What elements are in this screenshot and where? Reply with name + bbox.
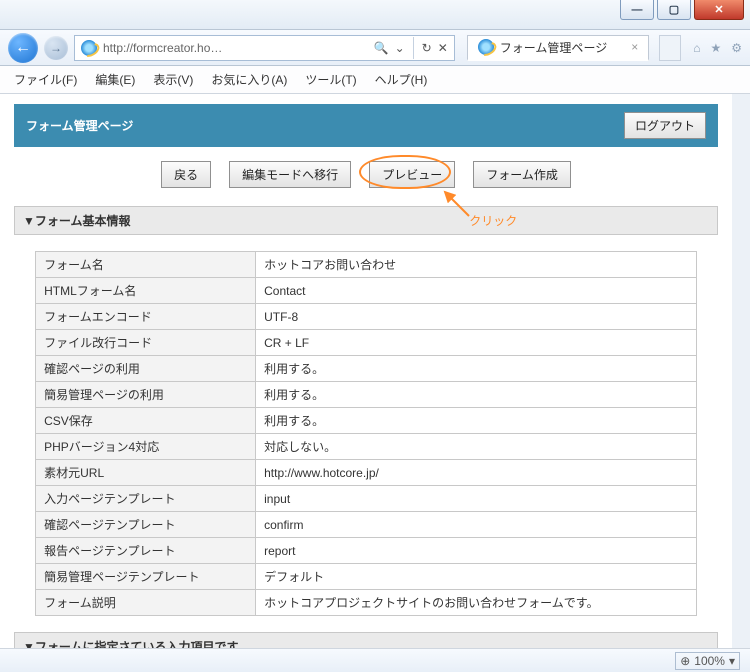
ie-icon	[81, 40, 97, 56]
info-key: 簡易管理ページテンプレート	[36, 564, 256, 590]
info-key: フォーム名	[36, 252, 256, 278]
action-button-row: 戻る 編集モードへ移行 プレビュー フォーム作成 クリック	[14, 147, 718, 198]
menu-edit[interactable]: 編集(E)	[95, 71, 135, 88]
menu-file[interactable]: ファイル(F)	[14, 71, 77, 88]
info-key: CSV保存	[36, 408, 256, 434]
info-key: HTMLフォーム名	[36, 278, 256, 304]
info-key: PHPバージョン4対応	[36, 434, 256, 460]
info-value: UTF-8	[256, 304, 697, 330]
zoom-expand-icon: ⊕	[680, 654, 690, 668]
menu-tools[interactable]: ツール(T)	[305, 71, 356, 88]
window-titlebar: — ▢ ✕	[0, 0, 750, 30]
menu-help[interactable]: ヘルプ(H)	[375, 71, 428, 88]
browser-status-bar: ⊕ 100% ▾	[0, 648, 750, 672]
maximize-button[interactable]: ▢	[657, 0, 691, 20]
address-bar[interactable]: http://formcreator.ho… 🔍 ⌄ ↻ ✕	[74, 35, 455, 61]
info-value: http://www.hotcore.jp/	[256, 460, 697, 486]
info-key: 簡易管理ページの利用	[36, 382, 256, 408]
section-basic-info: ▼フォーム基本情報	[14, 206, 718, 235]
back-arrow-icon[interactable]: ←	[8, 33, 38, 63]
info-key: 確認ページの利用	[36, 356, 256, 382]
info-key: 入力ページテンプレート	[36, 486, 256, 512]
info-value: ホットコアプロジェクトサイトのお問い合わせフォームです。	[256, 590, 697, 616]
edit-mode-button[interactable]: 編集モードへ移行	[229, 161, 351, 188]
page-title: フォーム管理ページ	[26, 117, 133, 134]
close-button[interactable]: ✕	[694, 0, 744, 20]
minimize-button[interactable]: —	[620, 0, 654, 20]
section-input-items: ▼フォームに指定さている入力項目です。	[14, 632, 718, 648]
info-key: 報告ページテンプレート	[36, 538, 256, 564]
tab-title: フォーム管理ページ	[500, 39, 607, 56]
browser-nav-row: ← → http://formcreator.ho… 🔍 ⌄ ↻ ✕ フォーム管…	[0, 30, 750, 66]
zoom-value: 100%	[694, 654, 725, 668]
url-side-controls: 🔍 ⌄	[374, 41, 405, 55]
page-content: フォーム管理ページ ログアウト 戻る 編集モードへ移行 プレビュー フォーム作成…	[0, 94, 750, 648]
logout-button[interactable]: ログアウト	[624, 112, 706, 139]
info-key: 素材元URL	[36, 460, 256, 486]
url-text: http://formcreator.ho…	[103, 41, 222, 55]
favorites-icon[interactable]: ★	[710, 41, 721, 55]
back-button[interactable]: 戻る	[161, 161, 211, 188]
info-value: Contact	[256, 278, 697, 304]
basic-info-table: フォーム名ホットコアお問い合わせHTMLフォーム名Contactフォームエンコー…	[35, 251, 697, 616]
new-tab-button[interactable]	[659, 35, 681, 61]
info-value: report	[256, 538, 697, 564]
dropdown-caret-icon[interactable]: ⌄	[395, 41, 405, 55]
url-right-controls: ↻ ✕	[422, 41, 448, 55]
zoom-caret-icon: ▾	[729, 654, 735, 668]
info-key: 確認ページテンプレート	[36, 512, 256, 538]
info-key: ファイル改行コード	[36, 330, 256, 356]
info-value: ホットコアお問い合わせ	[256, 252, 697, 278]
info-value: input	[256, 486, 697, 512]
tab-close-icon[interactable]: ×	[631, 40, 638, 54]
menu-bar: ファイル(F) 編集(E) 表示(V) お気に入り(A) ツール(T) ヘルプ(…	[0, 66, 750, 94]
info-key: フォームエンコード	[36, 304, 256, 330]
info-value: confirm	[256, 512, 697, 538]
ie-icon	[478, 39, 494, 55]
magnifier-icon[interactable]: 🔍	[374, 41, 389, 55]
refresh-icon[interactable]: ↻	[422, 41, 432, 55]
info-key: フォーム説明	[36, 590, 256, 616]
info-value: 利用する。	[256, 382, 697, 408]
info-value: 利用する。	[256, 356, 697, 382]
info-value: デフォルト	[256, 564, 697, 590]
home-icon[interactable]: ⌂	[693, 41, 700, 55]
stop-icon[interactable]: ✕	[438, 41, 448, 55]
info-value: CR + LF	[256, 330, 697, 356]
gear-icon[interactable]: ⚙	[731, 41, 742, 55]
menu-view[interactable]: 表示(V)	[153, 71, 193, 88]
info-value: 利用する。	[256, 408, 697, 434]
zoom-control[interactable]: ⊕ 100% ▾	[675, 652, 740, 670]
create-form-button[interactable]: フォーム作成	[473, 161, 571, 188]
browser-tab[interactable]: フォーム管理ページ ×	[467, 35, 649, 61]
page-header: フォーム管理ページ ログアウト	[14, 104, 718, 147]
preview-button[interactable]: プレビュー	[369, 161, 455, 188]
forward-arrow-icon[interactable]: →	[44, 36, 68, 60]
info-value: 対応しない。	[256, 434, 697, 460]
browser-right-icons: ⌂ ★ ⚙	[693, 41, 742, 55]
menu-favorites[interactable]: お気に入り(A)	[211, 71, 287, 88]
